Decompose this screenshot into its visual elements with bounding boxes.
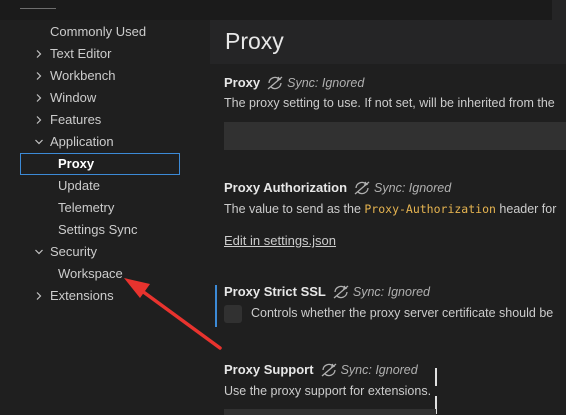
sidebar-item-proxy[interactable]: Proxy: [0, 153, 210, 175]
sidebar-item-label: Update: [58, 178, 100, 193]
sidebar-item-label: Application: [50, 134, 114, 149]
setting-proxy-name: Proxy: [224, 75, 261, 90]
proxy-support-dropdown[interactable]: [224, 409, 436, 415]
proxy-input[interactable]: [224, 122, 566, 150]
sidebar-item-update[interactable]: Update: [0, 175, 210, 197]
chevron-down-icon[interactable]: [33, 131, 45, 153]
setting-proxy-authorization-description: The value to send as the Proxy-Authoriza…: [224, 202, 556, 216]
setting-proxy-strict-ssl-description: Controls whether the proxy server certif…: [251, 306, 554, 320]
sidebar-item-settings-sync[interactable]: Settings Sync: [0, 219, 210, 241]
sidebar-item-label: Text Editor: [50, 46, 112, 61]
chevron-down-icon[interactable]: [33, 241, 45, 263]
sidebar-item-workspace[interactable]: Workspace: [0, 263, 210, 285]
sidebar-item-label: Workspace: [58, 266, 123, 281]
sidebar-item-telemetry[interactable]: Telemetry: [0, 197, 210, 219]
sync-ignored-label: Sync: Ignored: [374, 180, 452, 195]
chevron-right-icon[interactable]: [33, 65, 45, 87]
setting-proxy-authorization-name: Proxy Authorization: [224, 180, 348, 195]
setting-proxy-description: The proxy setting to use. If not set, wi…: [224, 96, 555, 110]
sidebar-item-label: Settings Sync: [58, 222, 138, 237]
sync-ignored-label: Sync: Ignored: [287, 75, 365, 90]
sync-ignored-label: Sync: Ignored: [340, 362, 418, 377]
sidebar-item-label: Window: [50, 90, 97, 105]
sync-ignored-badge[interactable]: Sync: Ignored: [266, 76, 364, 90]
top-bar-edge: [552, 0, 566, 20]
sync-ignored-icon: [267, 76, 283, 89]
sidebar-item-features[interactable]: Features: [0, 109, 210, 131]
chevron-right-icon[interactable]: [33, 87, 45, 109]
sync-ignored-badge[interactable]: Sync: Ignored: [320, 363, 418, 377]
text-cursor-mark: [435, 368, 437, 386]
sidebar-item-commonly-used[interactable]: Commonly Used: [0, 21, 210, 43]
setting-proxy-authorization-title: Proxy Authorization Sync: Ignored: [224, 180, 451, 195]
sidebar-item-label: Telemetry: [58, 200, 115, 215]
sync-ignored-badge[interactable]: Sync: Ignored: [332, 285, 430, 299]
setting-proxy-support-description: Use the proxy support for extensions.: [224, 384, 432, 398]
sidebar-item-extensions[interactable]: Extensions: [0, 285, 210, 307]
sync-ignored-badge[interactable]: Sync: Ignored: [353, 181, 451, 195]
sidebar-item-label: Commonly Used: [50, 24, 147, 39]
sync-ignored-icon: [321, 363, 337, 376]
focused-setting-indicator: [215, 285, 217, 327]
page-title: Proxy: [225, 28, 284, 54]
chevron-right-icon[interactable]: [33, 109, 45, 131]
sidebar-item-security[interactable]: Security: [0, 241, 210, 263]
sidebar-item-label: Security: [50, 244, 97, 259]
setting-proxy-support-title: Proxy Support Sync: Ignored: [224, 362, 418, 377]
sidebar-item-label: Workbench: [50, 68, 116, 83]
sidebar-item-text-editor[interactable]: Text Editor: [0, 43, 210, 65]
description-text-before: The value to send as the: [224, 202, 365, 216]
setting-proxy-title: Proxy Sync: Ignored: [224, 75, 364, 90]
sidebar-item-label: Features: [50, 112, 102, 127]
sync-ignored-icon: [354, 181, 370, 194]
tab-underline: [20, 8, 56, 9]
sync-ignored-label: Sync: Ignored: [352, 284, 431, 299]
chevron-right-icon[interactable]: [33, 285, 45, 307]
sync-ignored-icon: [333, 285, 349, 298]
sidebar-item-label: Extensions: [50, 288, 114, 303]
sidebar-item-workbench[interactable]: Workbench: [0, 65, 210, 87]
sidebar-item-label: Proxy: [58, 156, 95, 171]
description-code: Proxy-Authorization: [364, 202, 496, 216]
proxy-strict-ssl-checkbox[interactable]: [224, 305, 242, 323]
chevron-right-icon[interactable]: [33, 43, 45, 65]
setting-proxy-strict-ssl-name: Proxy Strict SSL: [224, 284, 326, 299]
setting-proxy-strict-ssl-title: Proxy Strict SSL Sync: Ignored: [224, 284, 430, 299]
sidebar-item-application[interactable]: Application: [0, 131, 210, 153]
sidebar-item-window[interactable]: Window: [0, 87, 210, 109]
edit-in-settings-json-link[interactable]: Edit in settings.json: [224, 233, 336, 248]
top-bar: [0, 0, 566, 20]
settings-editor-main: Proxy Proxy Sync: Ignored The proxy sett…: [210, 20, 566, 415]
description-text-after: header for: [495, 202, 557, 216]
settings-toc-sidebar: Commonly Used Text Editor Workbench Window F…: [0, 20, 210, 415]
setting-proxy-support-name: Proxy Support: [224, 362, 314, 377]
